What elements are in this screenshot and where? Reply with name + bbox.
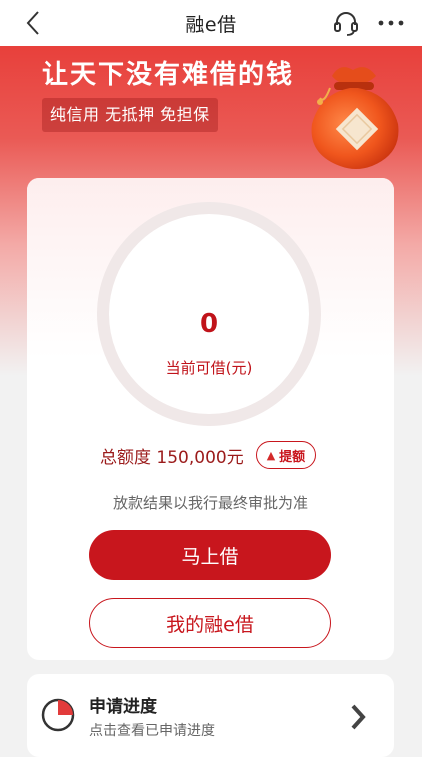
top-navbar: 融e借 — [0, 0, 422, 46]
banner-slogan: 让天下没有难借的钱 — [42, 60, 295, 90]
credit-card-panel: 0 当前可借(元) 总额度 150,000元 ▲ 提额 放款结果以我行最终审批为… — [27, 178, 394, 660]
total-credit-text: 总额度 150,000元 — [100, 447, 244, 468]
credit-ring: 0 当前可借(元) — [97, 202, 321, 426]
back-button[interactable] — [18, 8, 48, 38]
up-arrow-icon: ▲ — [266, 448, 276, 462]
raise-limit-label: 提额 — [279, 449, 306, 465]
raise-limit-button[interactable]: ▲ 提额 — [255, 441, 317, 469]
my-loans-button[interactable]: 我的融e借 — [89, 598, 331, 648]
borrow-now-button[interactable]: 马上借 — [89, 530, 331, 580]
total-credit-row: 总额度 150,000元 ▲ 提额 — [100, 440, 317, 470]
chevron-right-icon — [351, 704, 366, 730]
pie-progress-icon — [41, 698, 75, 732]
approval-notice: 放款结果以我行最终审批为准 — [112, 494, 308, 512]
application-progress-card[interactable]: 申请进度 点击查看已申请进度 — [27, 674, 394, 757]
progress-subtitle: 点击查看已申请进度 — [89, 723, 215, 739]
headset-icon — [334, 12, 358, 36]
chevron-left-icon — [26, 11, 39, 35]
more-button[interactable] — [376, 9, 406, 37]
money-bag-icon — [311, 67, 399, 169]
page-title: 融e借 — [185, 13, 237, 36]
customer-service-button[interactable] — [332, 9, 360, 37]
more-dots-icon — [378, 20, 404, 26]
available-label: 当前可借(元) — [165, 359, 253, 377]
progress-title: 申请进度 — [89, 697, 157, 717]
banner-tag: 纯信用 无抵押 免担保 — [42, 98, 218, 132]
available-amount: 0 — [199, 309, 219, 339]
